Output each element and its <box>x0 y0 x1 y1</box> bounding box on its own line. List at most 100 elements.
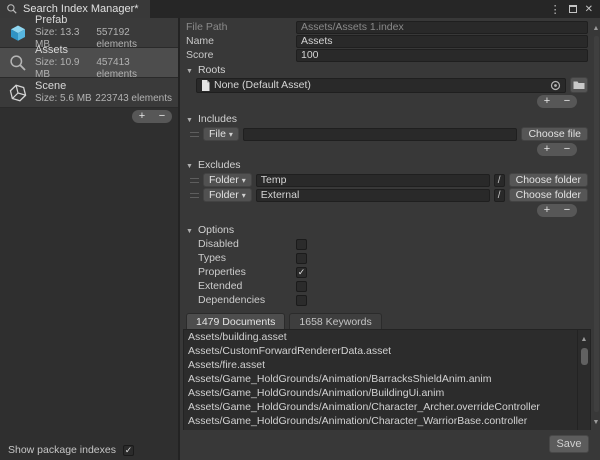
option-row-dependencies: Dependencies <box>186 293 588 307</box>
folder-icon <box>573 80 585 90</box>
save-footer: Save <box>180 430 600 460</box>
disabled-checkbox[interactable] <box>296 239 307 250</box>
documents-scrollbar[interactable] <box>577 330 590 430</box>
name-input[interactable] <box>296 35 588 48</box>
index-size: Size: 5.6 MB <box>35 93 92 105</box>
document-row[interactable]: Assets/Game_HoldGrounds/Animation/Buildi… <box>184 386 577 400</box>
add-include-button[interactable]: + <box>537 143 557 156</box>
browse-root-folder-button[interactable] <box>570 77 588 93</box>
includes-foldout[interactable]: Includes <box>186 112 588 126</box>
add-index-button[interactable]: + <box>132 110 152 123</box>
document-row[interactable]: Assets/Game_HoldGrounds/Animation/Charac… <box>184 414 577 428</box>
roots-object-row: None (Default Asset) <box>196 77 588 93</box>
drag-handle-icon[interactable] <box>190 178 199 183</box>
index-settings-panel: File Path Assets/Assets 1.index Name Sco… <box>180 18 600 460</box>
option-label: Dependencies <box>198 294 296 306</box>
file-path-row: File Path Assets/Assets 1.index <box>186 20 588 34</box>
option-row-disabled: Disabled <box>186 237 588 251</box>
includes-toolbar: + − <box>186 143 577 156</box>
drag-handle-icon[interactable] <box>190 193 199 198</box>
document-row[interactable]: Assets/CustomForwardRendererData.asset <box>184 344 577 358</box>
score-label: Score <box>186 49 296 61</box>
results-tabs: 1479 Documents 1658 Keywords <box>186 313 588 329</box>
properties-checkbox[interactable] <box>296 267 307 278</box>
document-row[interactable]: Assets/fire.asset <box>184 358 577 372</box>
name-row: Name <box>186 34 588 48</box>
menu-icon[interactable] <box>550 3 561 16</box>
option-row-extended: Extended <box>186 279 588 293</box>
scroll-up-icon[interactable] <box>581 332 588 344</box>
includes-label: Includes <box>198 113 237 125</box>
types-checkbox[interactable] <box>296 253 307 264</box>
show-package-indexes-checkbox[interactable] <box>123 445 134 456</box>
root-object-field[interactable]: None (Default Asset) <box>196 78 566 93</box>
choose-file-button[interactable]: Choose file <box>521 127 588 141</box>
index-item-assets[interactable]: Assets Size: 10.9 MB 457413 elements <box>0 48 178 78</box>
excludes-label: Excludes <box>198 159 241 171</box>
drag-handle-icon[interactable] <box>190 132 199 137</box>
remove-root-button[interactable]: − <box>557 95 577 108</box>
option-label: Types <box>198 252 296 264</box>
scroll-down-icon[interactable] <box>593 415 600 427</box>
maximize-icon[interactable] <box>569 5 577 13</box>
foldout-triangle-icon <box>186 64 193 76</box>
exclude-type-dropdown[interactable]: Folder <box>203 173 252 187</box>
include-path-input[interactable] <box>243 128 518 141</box>
scrollbar-thumb[interactable] <box>581 348 588 365</box>
remove-exclude-button[interactable]: − <box>557 204 577 217</box>
foldout-triangle-icon <box>186 113 193 125</box>
exclude-path-input[interactable] <box>256 174 490 187</box>
document-row[interactable]: Assets/Game_HoldGrounds/Animation/Charac… <box>184 400 577 414</box>
option-label: Disabled <box>198 238 296 250</box>
remove-include-button[interactable]: − <box>557 143 577 156</box>
option-row-properties: Properties <box>186 265 588 279</box>
exclude-type-value: Folder <box>209 189 239 201</box>
show-package-indexes-row: Show package indexes <box>8 444 134 456</box>
path-separator: / <box>494 174 505 187</box>
roots-label: Roots <box>198 64 225 76</box>
include-type-dropdown[interactable]: File <box>203 127 239 141</box>
unity-scene-icon <box>6 82 30 104</box>
add-remove-index-control: + − <box>132 110 172 123</box>
include-type-value: File <box>209 128 226 140</box>
option-row-types: Types <box>186 251 588 265</box>
file-path-label: File Path <box>186 21 296 33</box>
exclude-path-input[interactable] <box>256 189 490 202</box>
option-label: Properties <box>198 266 296 278</box>
window-controls <box>550 0 600 18</box>
search-asset-icon <box>6 52 30 74</box>
options-foldout[interactable]: Options <box>186 223 588 237</box>
dependencies-checkbox[interactable] <box>296 295 307 306</box>
save-button[interactable]: Save <box>549 435 589 453</box>
scrollbar-thumb[interactable] <box>594 36 599 412</box>
search-icon <box>6 3 18 15</box>
option-label: Extended <box>198 280 296 292</box>
include-row: File Choose file <box>190 127 588 141</box>
excludes-foldout[interactable]: Excludes <box>186 158 588 172</box>
options-label: Options <box>198 224 234 236</box>
remove-index-button[interactable]: − <box>152 110 172 123</box>
document-row[interactable]: Assets/Game_HoldGrounds/Animation/Barrac… <box>184 372 577 386</box>
object-picker-icon[interactable] <box>550 80 561 91</box>
choose-folder-button[interactable]: Choose folder <box>509 188 588 202</box>
index-name: Assets <box>35 44 68 56</box>
tab-keywords[interactable]: 1658 Keywords <box>289 313 381 329</box>
add-remove-exclude-control: + − <box>537 204 577 217</box>
tab-documents[interactable]: 1479 Documents <box>186 313 285 329</box>
document-row[interactable]: Assets/building.asset <box>184 330 577 344</box>
add-remove-include-control: + − <box>537 143 577 156</box>
panel-scrollbar[interactable] <box>592 18 600 430</box>
score-input[interactable] <box>296 49 588 62</box>
exclude-row: Folder / Choose folder <box>190 173 588 187</box>
exclude-type-dropdown[interactable]: Folder <box>203 188 252 202</box>
scroll-up-icon[interactable] <box>593 21 600 33</box>
name-label: Name <box>186 35 296 47</box>
add-exclude-button[interactable]: + <box>537 204 557 217</box>
index-item-scene[interactable]: Scene Size: 5.6 MB 223743 elements <box>0 78 178 108</box>
roots-foldout[interactable]: Roots <box>186 63 588 77</box>
path-separator: / <box>494 189 505 202</box>
extended-checkbox[interactable] <box>296 281 307 292</box>
add-root-button[interactable]: + <box>537 95 557 108</box>
close-icon[interactable] <box>585 3 593 15</box>
choose-folder-button[interactable]: Choose folder <box>509 173 588 187</box>
